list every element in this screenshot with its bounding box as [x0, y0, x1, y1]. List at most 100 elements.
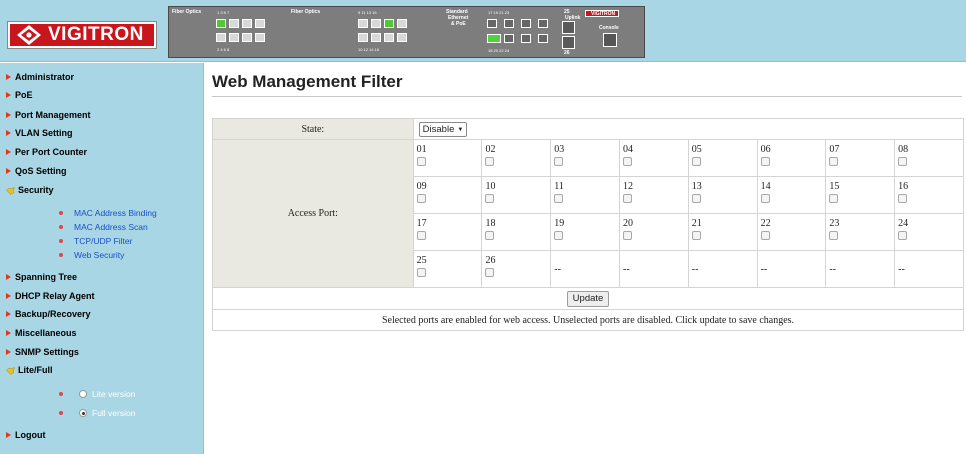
sidebar-item-backup-recovery[interactable]: Backup/Recovery	[6, 306, 91, 322]
sidebar-item-administrator[interactable]: Administrator	[6, 69, 74, 85]
port-cell: 06	[756, 139, 827, 177]
port-checkbox[interactable]	[485, 194, 495, 203]
port-number: 24	[898, 218, 909, 229]
bullet-icon	[59, 211, 63, 215]
sidebar-item-label: Miscellaneous	[15, 328, 77, 338]
note-row: Selected ports are enabled for web acces…	[212, 309, 964, 331]
sidebar-item-logout[interactable]: Logout	[6, 427, 46, 443]
port-number: 14	[760, 181, 771, 192]
port-number: 09	[416, 181, 427, 192]
port-cell: 24	[894, 213, 964, 251]
arrow-right-icon	[6, 92, 11, 98]
port-checkbox[interactable]	[898, 231, 908, 240]
port-checkbox[interactable]	[760, 194, 770, 203]
port-number: 06	[760, 144, 771, 155]
port-number: 08	[898, 144, 909, 155]
expanded-folder-icon	[6, 186, 15, 195]
full-version-radio[interactable]	[79, 409, 87, 417]
port-checkbox[interactable]	[416, 194, 426, 203]
sidebar-item-qos-setting[interactable]: QoS Setting	[6, 163, 67, 179]
arrow-right-icon	[6, 74, 11, 80]
port-number: 02	[485, 144, 496, 155]
port-checkbox[interactable]	[485, 268, 495, 277]
port-checkbox[interactable]	[416, 231, 426, 240]
port-number: 23	[829, 218, 840, 229]
port-number: 13	[691, 181, 702, 192]
sidebar-item-vlan-setting[interactable]: VLAN Setting	[6, 125, 73, 141]
port-checkbox[interactable]	[554, 157, 564, 166]
sidebar-item-poe[interactable]: PoE	[6, 87, 33, 103]
port-checkbox[interactable]	[898, 194, 908, 203]
port-checkbox[interactable]	[829, 157, 839, 166]
port-checkbox[interactable]	[485, 157, 495, 166]
port-led-22	[521, 34, 531, 43]
port-number: 15	[829, 181, 840, 192]
full-version-option: Full version	[59, 406, 135, 420]
port-number: 21	[691, 218, 702, 229]
sidebar-subitem-mac-address-scan[interactable]: MAC Address Scan	[59, 221, 148, 233]
port-number: 19	[554, 218, 565, 229]
port-checkbox[interactable]	[623, 157, 633, 166]
port-cell: 18	[481, 213, 552, 251]
sidebar-item-per-port-counter[interactable]: Per Port Counter	[6, 144, 87, 160]
empty-port-cell: --	[619, 250, 689, 288]
port-cell: 17	[412, 213, 483, 251]
poe-label: & PoE	[451, 21, 466, 27]
empty-port-cell: --	[825, 250, 896, 288]
sidebar-item-spanning-tree[interactable]: Spanning Tree	[6, 269, 77, 285]
port-checkbox[interactable]	[623, 194, 633, 203]
sidebar-item-label: Logout	[15, 430, 46, 440]
port-led-13	[384, 19, 394, 28]
port-checkbox[interactable]	[554, 194, 564, 203]
bullet-icon	[59, 411, 63, 415]
sidebar-item-port-management[interactable]: Port Management	[6, 107, 91, 123]
port-checkbox[interactable]	[623, 231, 633, 240]
state-select[interactable]: Disable ▼	[418, 121, 468, 137]
update-row: Update	[212, 287, 964, 310]
arrow-right-icon	[6, 293, 11, 299]
port-led-14	[384, 33, 394, 42]
sidebar-subitem-tcp-udp-filter[interactable]: TCP/UDP Filter	[59, 235, 132, 247]
port-checkbox[interactable]	[691, 157, 701, 166]
vigitron-logo: VIGITRON	[7, 21, 157, 49]
port-led-19	[504, 19, 514, 28]
port-checkbox[interactable]	[416, 157, 426, 166]
arrow-right-icon	[6, 274, 11, 280]
port-checkbox[interactable]	[829, 194, 839, 203]
port-checkbox[interactable]	[691, 194, 701, 203]
port-number: 25	[416, 255, 427, 266]
port-cell: 26	[481, 250, 552, 288]
port-checkbox[interactable]	[554, 231, 564, 240]
sidebar-item-lite-full[interactable]: Lite/Full	[6, 362, 53, 378]
state-label: State:	[212, 118, 414, 140]
arrow-right-icon	[6, 130, 11, 136]
port-number: 16	[898, 181, 909, 192]
port-checkbox[interactable]	[416, 268, 426, 277]
port-led-23	[538, 19, 548, 28]
sidebar-item-dhcp-relay-agent[interactable]: DHCP Relay Agent	[6, 288, 95, 304]
sidebar-nav: Administrator PoE Port Management VLAN S…	[0, 63, 204, 454]
sidebar-item-miscellaneous[interactable]: Miscellaneous	[6, 325, 77, 341]
port-checkbox[interactable]	[760, 157, 770, 166]
port-number: 05	[691, 144, 702, 155]
sidebar-subitem-mac-address-binding[interactable]: MAC Address Binding	[59, 207, 157, 219]
port-cell: 19	[550, 213, 621, 251]
port-checkbox[interactable]	[829, 231, 839, 240]
sidebar-item-security[interactable]: Security	[6, 182, 54, 198]
port-checkbox[interactable]	[691, 231, 701, 240]
lite-version-radio[interactable]	[79, 390, 87, 398]
empty-port-cell: --	[550, 250, 621, 288]
port-cell: 12	[619, 176, 689, 214]
sidebar-subitem-web-security[interactable]: Web Security	[59, 249, 124, 261]
port-checkbox[interactable]	[760, 231, 770, 240]
sidebar-item-snmp-settings[interactable]: SNMP Settings	[6, 344, 79, 360]
port-checkbox[interactable]	[485, 231, 495, 240]
port-checkbox[interactable]	[898, 157, 908, 166]
port-cell: 10	[481, 176, 552, 214]
port-numbers-bottom-3: 18 20 22 24	[488, 48, 510, 53]
update-button[interactable]: Update	[566, 290, 610, 307]
arrow-right-icon	[6, 112, 11, 118]
arrow-right-icon	[6, 168, 11, 174]
switch-front-panel: Fiber Optics 1 3 5 7 2 4 6 8 Fiber Optic…	[168, 6, 645, 58]
port-cell: 15	[825, 176, 896, 214]
